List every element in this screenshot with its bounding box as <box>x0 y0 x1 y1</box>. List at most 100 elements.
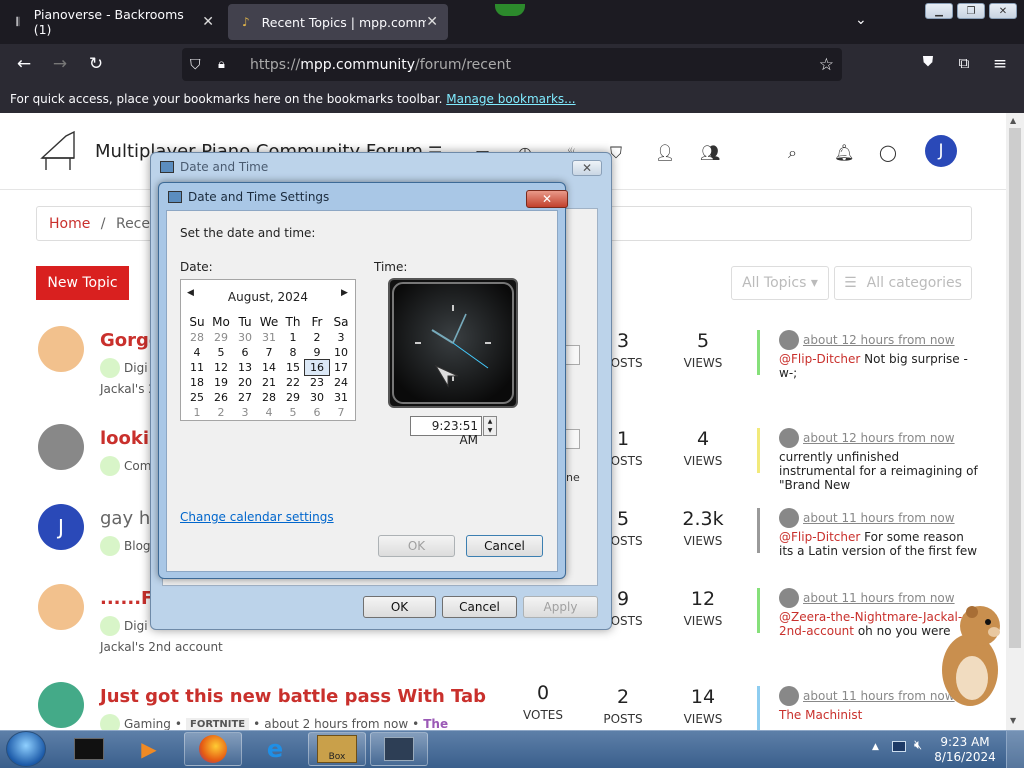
search-icon[interactable]: ⌕ <box>788 143 797 163</box>
all-categories-dropdown[interactable]: ☰ All categories <box>834 266 972 300</box>
taskbar-media-player[interactable]: ▶ <box>120 732 178 766</box>
calendar-day[interactable]: 24 <box>329 375 353 390</box>
pocket-icon[interactable]: ⛊ <box>916 54 940 70</box>
calendar-day[interactable]: 1 <box>281 330 305 345</box>
category-label[interactable]: Com <box>124 459 151 473</box>
outer-apply-button[interactable]: Apply <box>523 596 598 618</box>
scrollbar-thumb[interactable] <box>1009 128 1021 648</box>
breadcrumb-home[interactable]: Home <box>49 216 90 232</box>
calendar-day[interactable]: 18 <box>185 375 209 390</box>
calendar-day[interactable]: 7 <box>329 405 353 420</box>
back-icon[interactable]: ← <box>12 54 36 74</box>
tab-pianoverse[interactable]: 𝄃 Pianoverse - Backrooms (1) ✕ <box>0 4 224 40</box>
calendar-day[interactable]: 7 <box>257 345 281 360</box>
inner-ok-button[interactable]: OK <box>378 535 455 557</box>
calendar-day[interactable]: 6 <box>233 345 257 360</box>
calendar-day[interactable]: 31 <box>257 330 281 345</box>
taskbar-box-app[interactable]: Box <box>308 732 366 766</box>
calendar-day[interactable]: 6 <box>305 405 329 420</box>
calendar-day[interactable]: 10 <box>329 345 353 360</box>
calendar-day[interactable]: 25 <box>185 390 209 405</box>
lock-icon[interactable]: 🔒︎ <box>218 57 238 72</box>
taskbar-internet-explorer[interactable]: e <box>246 732 304 766</box>
url-bar[interactable]: ⛉ 🔒︎ https://mpp.community/forum/recent … <box>182 48 842 81</box>
last-post-user[interactable]: @Flip-Ditcher <box>779 530 860 544</box>
last-post-time[interactable]: about 12 hours from now <box>803 431 955 445</box>
last-post-user[interactable]: The Machinist <box>779 708 862 722</box>
last-post-time[interactable]: about 11 hours from now <box>803 591 955 605</box>
calendar-day[interactable]: 22 <box>281 375 305 390</box>
next-month-icon[interactable]: ▶ <box>341 288 348 298</box>
reload-icon[interactable]: ↻ <box>84 54 108 74</box>
taskbar-clock[interactable]: 9:23 AM 8/16/2024 <box>930 735 1000 765</box>
calendar-day[interactable]: 14 <box>257 360 281 375</box>
show-desktop-button[interactable] <box>1006 731 1024 768</box>
last-post-time[interactable]: about 11 hours from now <box>803 511 955 525</box>
topic-author-avatar[interactable] <box>38 682 84 728</box>
volume-icon[interactable]: 🔇︎ <box>914 738 922 753</box>
calendar-day[interactable]: 21 <box>257 375 281 390</box>
last-post-avatar[interactable] <box>779 508 799 528</box>
menu-icon[interactable]: ≡ <box>988 54 1012 74</box>
extensions-icon[interactable]: ⧉ <box>952 54 976 72</box>
outer-ok-button[interactable]: OK <box>363 596 436 618</box>
calendar-day[interactable]: 29 <box>281 390 305 405</box>
category-label[interactable]: Digi <box>124 361 148 375</box>
all-topics-dropdown[interactable]: All Topics ▾ <box>731 266 829 300</box>
calendar-day[interactable]: 31 <box>329 390 353 405</box>
outer-close-button[interactable]: ✕ <box>572 160 602 176</box>
category-label[interactable]: Digi <box>124 619 148 633</box>
topic-title[interactable]: Just got this new battle pass With Tab <box>100 686 486 707</box>
topic-author-avatar[interactable] <box>38 424 84 470</box>
calendar-day[interactable]: 9 <box>305 345 329 360</box>
calendar-day[interactable]: 30 <box>305 390 329 405</box>
taskbar-black-window[interactable] <box>60 732 118 766</box>
calendar-day[interactable]: 26 <box>209 390 233 405</box>
users-icon[interactable]: 👥︎ <box>700 143 720 162</box>
show-hidden-icons[interactable]: ▲ <box>872 742 879 752</box>
scroll-down-icon[interactable]: ▼ <box>1010 716 1016 725</box>
calendar-day[interactable]: 12 <box>209 360 233 375</box>
topic-tag[interactable]: FORTNITE <box>185 717 250 730</box>
calendar-day[interactable]: 2 <box>209 405 233 420</box>
scroll-up-icon[interactable]: ▲ <box>1010 116 1016 125</box>
inner-close-button[interactable]: ✕ <box>526 190 568 208</box>
chat-icon[interactable]: ◯ <box>879 143 897 162</box>
change-calendar-settings-link[interactable]: Change calendar settings <box>180 510 334 524</box>
topic-author-avatar[interactable]: J <box>38 504 84 550</box>
user-icon[interactable]: 👤︎ <box>655 143 675 162</box>
calendar-day[interactable]: 19 <box>209 375 233 390</box>
calendar-day[interactable]: 5 <box>281 405 305 420</box>
calendar-day[interactable]: 3 <box>233 405 257 420</box>
manage-bookmarks-link[interactable]: Manage bookmarks... <box>446 92 575 106</box>
list-all-tabs-icon[interactable]: ⌄ <box>855 12 867 28</box>
restore-button[interactable]: ❐ <box>957 3 985 19</box>
close-icon[interactable]: ✕ <box>202 14 214 30</box>
last-post-avatar[interactable] <box>779 588 799 608</box>
forward-icon[interactable]: → <box>48 54 72 74</box>
last-post-avatar[interactable] <box>779 330 799 350</box>
taskbar-firefox[interactable] <box>184 732 242 766</box>
user-avatar[interactable]: J <box>925 135 957 167</box>
calendar-day[interactable]: 28 <box>185 330 209 345</box>
star-icon[interactable]: ☆ <box>819 55 834 75</box>
category-label[interactable]: Blog <box>124 539 151 553</box>
calendar-day[interactable]: 3 <box>329 330 353 345</box>
tab-recent-topics[interactable]: ♪ Recent Topics | mpp.communi ✕ <box>228 4 448 40</box>
calendar-day[interactable]: 5 <box>209 345 233 360</box>
calendar-day[interactable]: 17 <box>329 360 353 375</box>
topic-author-avatar[interactable] <box>38 584 84 630</box>
time-spinner[interactable]: ▲ ▼ <box>483 416 497 436</box>
calendar-day[interactable]: 20 <box>233 375 257 390</box>
outer-cancel-button[interactable]: Cancel <box>442 596 517 618</box>
calendar-day[interactable]: 27 <box>233 390 257 405</box>
last-post-time[interactable]: about 12 hours from now <box>803 333 955 347</box>
taskbar-date-time[interactable] <box>370 732 428 766</box>
minimize-button[interactable]: ▁ <box>925 3 953 19</box>
close-window-button[interactable]: ✕ <box>989 3 1017 19</box>
inner-cancel-button[interactable]: Cancel <box>466 535 543 557</box>
network-icon[interactable] <box>892 741 906 752</box>
last-post-avatar[interactable] <box>779 428 799 448</box>
calendar-day[interactable]: 23 <box>305 375 329 390</box>
calendar-day[interactable]: 4 <box>185 345 209 360</box>
